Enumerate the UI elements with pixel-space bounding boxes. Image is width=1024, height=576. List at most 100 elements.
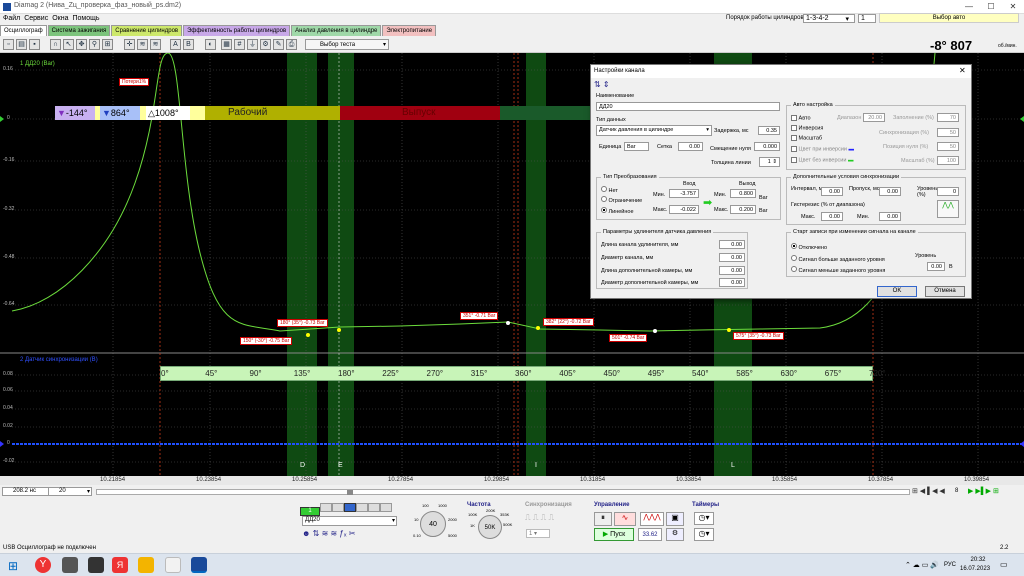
scale-check[interactable]: Масштаб bbox=[791, 135, 822, 141]
inversion-check[interactable]: Инверсия bbox=[791, 125, 823, 131]
in-min-input[interactable]: -3.757 bbox=[669, 189, 699, 198]
cursor-icon[interactable]: ↖ bbox=[63, 39, 74, 50]
tab-5[interactable]: Электропитание bbox=[382, 25, 437, 36]
tools-icon[interactable]: ✎ bbox=[273, 39, 284, 50]
menu-service[interactable]: Сервис bbox=[24, 15, 48, 22]
timer2-icon[interactable]: ◷▾ bbox=[694, 528, 714, 541]
delay-input[interactable]: 0.35 bbox=[758, 126, 780, 135]
fill-input[interactable]: 70 bbox=[937, 113, 959, 122]
yandex-icon[interactable]: Y bbox=[35, 557, 51, 573]
scroll-thumb[interactable] bbox=[347, 490, 353, 495]
dialog-tool-icons[interactable]: ⇅ ⇕ bbox=[594, 80, 610, 89]
stop-icon[interactable]: ⏸ bbox=[594, 512, 612, 526]
overlay-icon[interactable]: ≋ bbox=[150, 39, 161, 50]
phase-b-marker[interactable]: ▼864° bbox=[100, 106, 140, 120]
channel-tool-icons[interactable]: ☻ ⇅ ≋ ≋ ƒₓ ✂ bbox=[302, 529, 355, 538]
tab-4[interactable]: Анализ давления в цилиндре bbox=[291, 25, 382, 36]
name-input[interactable]: ДД20 bbox=[596, 102, 780, 111]
cursor-cross-icon[interactable]: ✛ bbox=[124, 39, 135, 50]
grid-input[interactable]: 0.00 bbox=[678, 142, 703, 151]
ext-row-input[interactable]: 0.00 bbox=[719, 253, 745, 262]
grid-icon[interactable]: # bbox=[234, 39, 245, 50]
auto-icon[interactable]: ⚙ bbox=[666, 528, 684, 541]
nav-buttons-right[interactable]: ▶ ▶▌▶ ⊞ bbox=[968, 487, 999, 495]
conv-limit[interactable]: Ограничение bbox=[601, 196, 642, 204]
settings-icon[interactable]: ⚙ bbox=[260, 39, 271, 50]
ch2-label[interactable]: 2 Датчик синхронизации (В) bbox=[20, 357, 98, 363]
nav-buttons-left[interactable]: ⊞ ◀ ▌◀ ◀ bbox=[912, 487, 945, 495]
noinv-color-check[interactable]: Цвет без инверсии ▬ bbox=[791, 157, 853, 163]
out-min-input[interactable]: 0.800 bbox=[730, 189, 756, 198]
close-button[interactable]: ✕ bbox=[1002, 0, 1024, 14]
tray-icons[interactable]: ⌃ ☁ ▭ 🔊 bbox=[905, 561, 939, 569]
conv-none[interactable]: Нет bbox=[601, 186, 618, 194]
auto-select-button[interactable]: Выбор авто bbox=[879, 13, 1019, 23]
time-scrollbar[interactable] bbox=[96, 489, 910, 495]
notification-icon[interactable]: ▭ bbox=[1000, 560, 1008, 569]
degree-ruler[interactable]: 0° 45° 90° 135° 180° 225° 270° 315° 360° 405° 450°… bbox=[160, 366, 886, 381]
freq-knob[interactable]: 50K bbox=[478, 515, 502, 539]
diamag-taskbar-icon[interactable] bbox=[191, 557, 207, 573]
yandex-browser-icon[interactable]: Я bbox=[112, 557, 128, 573]
hmax-input[interactable]: 0.00 bbox=[821, 212, 843, 221]
folder-icon[interactable] bbox=[138, 557, 154, 573]
ext-row-input[interactable]: 0.00 bbox=[719, 278, 745, 287]
sync-graph-icon[interactable]: ⋀⋀ bbox=[937, 200, 959, 218]
start-level-input[interactable]: 0.00 bbox=[927, 262, 945, 271]
sync-select[interactable]: 1 ▾ bbox=[526, 529, 550, 538]
start-icon[interactable]: ⊞ bbox=[8, 559, 18, 573]
store-icon[interactable] bbox=[165, 557, 181, 573]
menu-windows[interactable]: Окна bbox=[52, 15, 68, 22]
tray-lang[interactable]: РУС bbox=[944, 562, 956, 568]
gamepad-icon[interactable] bbox=[62, 557, 78, 573]
new-file-icon[interactable]: ▫ bbox=[3, 39, 14, 50]
maximize-button[interactable]: ☐ bbox=[980, 0, 1002, 14]
compare-icon[interactable]: ≋ bbox=[137, 39, 148, 50]
range-input[interactable]: 20.00 bbox=[863, 113, 885, 122]
phase-c-marker[interactable]: △1008° bbox=[146, 106, 190, 120]
zero-input[interactable]: 0.000 bbox=[754, 142, 780, 151]
sync-pct-input[interactable]: 50 bbox=[937, 128, 959, 137]
waveform-icon[interactable]: ⋀⋀⋀ bbox=[640, 512, 664, 526]
channel-select[interactable]: ДД20 ▾ bbox=[302, 516, 397, 526]
zoom-icon[interactable]: ⚲ bbox=[89, 39, 100, 50]
start-below[interactable]: Сигнал меньше заданного уровня bbox=[791, 266, 885, 274]
test-select[interactable]: Выбор теста ▾ bbox=[305, 39, 389, 50]
skip-input[interactable]: 0.00 bbox=[879, 187, 901, 196]
measure-icon[interactable]: ⊞ bbox=[102, 39, 113, 50]
dialog-close-icon[interactable]: ✕ bbox=[959, 66, 966, 75]
ext-row-input[interactable]: 0.00 bbox=[719, 240, 745, 249]
table-icon[interactable]: ▦ bbox=[221, 39, 232, 50]
save-icon[interactable]: ▪ bbox=[29, 39, 40, 50]
tab-3[interactable]: Эффективность работы цилиндров bbox=[183, 25, 291, 36]
menu-file[interactable]: Файл bbox=[3, 15, 20, 22]
start-above[interactable]: Сигнал больше заданного уровня bbox=[791, 255, 885, 263]
cancel-button[interactable]: Отмена bbox=[925, 286, 965, 297]
record-icon[interactable]: ▣ bbox=[666, 512, 684, 526]
ext-row-input[interactable]: 0.00 bbox=[719, 266, 745, 275]
cyl-order-select[interactable]: 1-3-4-2 ▾ bbox=[803, 14, 855, 23]
hmin-input[interactable]: 0.00 bbox=[879, 212, 901, 221]
amplitude-knob[interactable]: 40 bbox=[420, 511, 446, 537]
filter-icon[interactable]: ⏚ bbox=[247, 39, 258, 50]
level-input[interactable]: 0 bbox=[937, 187, 959, 196]
tray-time[interactable]: 20:32 bbox=[963, 557, 993, 563]
channel-b-icon[interactable]: B bbox=[183, 39, 194, 50]
sine-icon[interactable]: ∿ bbox=[614, 512, 636, 526]
unit-input[interactable]: Bar bbox=[624, 142, 649, 151]
channel-a-icon[interactable]: A bbox=[170, 39, 181, 50]
conv-linear[interactable]: Линейное bbox=[601, 207, 634, 215]
open-folder-icon[interactable]: ▤ bbox=[16, 39, 27, 50]
ok-button[interactable]: OK bbox=[877, 286, 917, 297]
menu-help[interactable]: Помощь bbox=[72, 15, 99, 22]
out-max-input[interactable]: 0.200 bbox=[730, 205, 756, 214]
inv-color-check[interactable]: Цвет при инверсии ▬ bbox=[791, 146, 854, 152]
zero-pos-input[interactable]: 50 bbox=[937, 142, 959, 151]
phase-a-marker[interactable]: ▼-144° bbox=[55, 106, 95, 120]
interval-input[interactable]: 0.00 bbox=[821, 187, 843, 196]
tab-0[interactable]: Осциллограф bbox=[0, 25, 47, 36]
minimize-button[interactable]: — bbox=[958, 0, 980, 14]
headphones-icon[interactable]: ∩ bbox=[50, 39, 61, 50]
sync-icons[interactable]: ⎍ ⎍ ⎍ ⎍ bbox=[525, 513, 554, 523]
ch1-label[interactable]: 1 ДД20 (Bar) bbox=[20, 61, 55, 67]
